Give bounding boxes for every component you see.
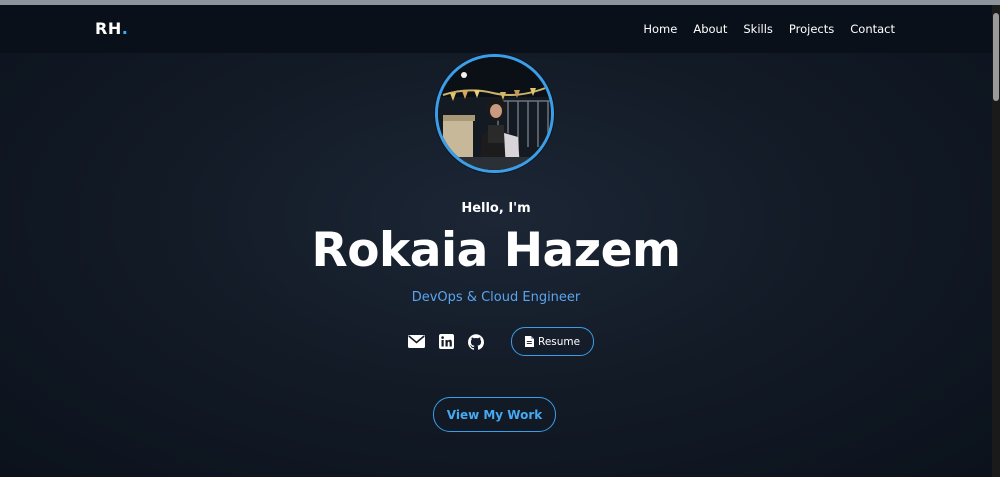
logo-text: RH bbox=[95, 19, 122, 38]
logo-dot: . bbox=[121, 19, 129, 38]
hero-greeting: Hello, I'm bbox=[461, 201, 531, 216]
nav-link-about[interactable]: About bbox=[693, 22, 727, 36]
nav-link-contact[interactable]: Contact bbox=[850, 22, 895, 36]
view-my-work-button[interactable]: View My Work bbox=[433, 397, 556, 432]
github-icon[interactable] bbox=[465, 331, 487, 353]
nav-link-home[interactable]: Home bbox=[643, 22, 677, 36]
resume-label: Resume bbox=[538, 335, 581, 348]
scrollbar-thumb[interactable] bbox=[993, 13, 999, 101]
hero-role: DevOps & Cloud Engineer bbox=[411, 290, 581, 305]
linkedin-icon[interactable] bbox=[435, 331, 457, 353]
hero-name: Rokaia Hazem bbox=[311, 223, 681, 278]
profile-photo bbox=[435, 54, 554, 173]
social-links: Resume bbox=[405, 327, 595, 356]
nav-link-skills[interactable]: Skills bbox=[743, 22, 773, 36]
resume-button[interactable]: Resume bbox=[511, 327, 595, 356]
file-icon bbox=[525, 336, 534, 347]
nav-links: Home About Skills Projects Contact bbox=[627, 22, 895, 36]
nav-link-projects[interactable]: Projects bbox=[789, 22, 834, 36]
navbar: RH. Home About Skills Projects Contact bbox=[0, 5, 992, 53]
scrollbar[interactable] bbox=[992, 5, 1000, 477]
envelope-icon[interactable] bbox=[405, 331, 427, 353]
site-logo[interactable]: RH. bbox=[95, 19, 128, 38]
page-viewport: RH. Home About Skills Projects Contact H… bbox=[0, 5, 992, 477]
